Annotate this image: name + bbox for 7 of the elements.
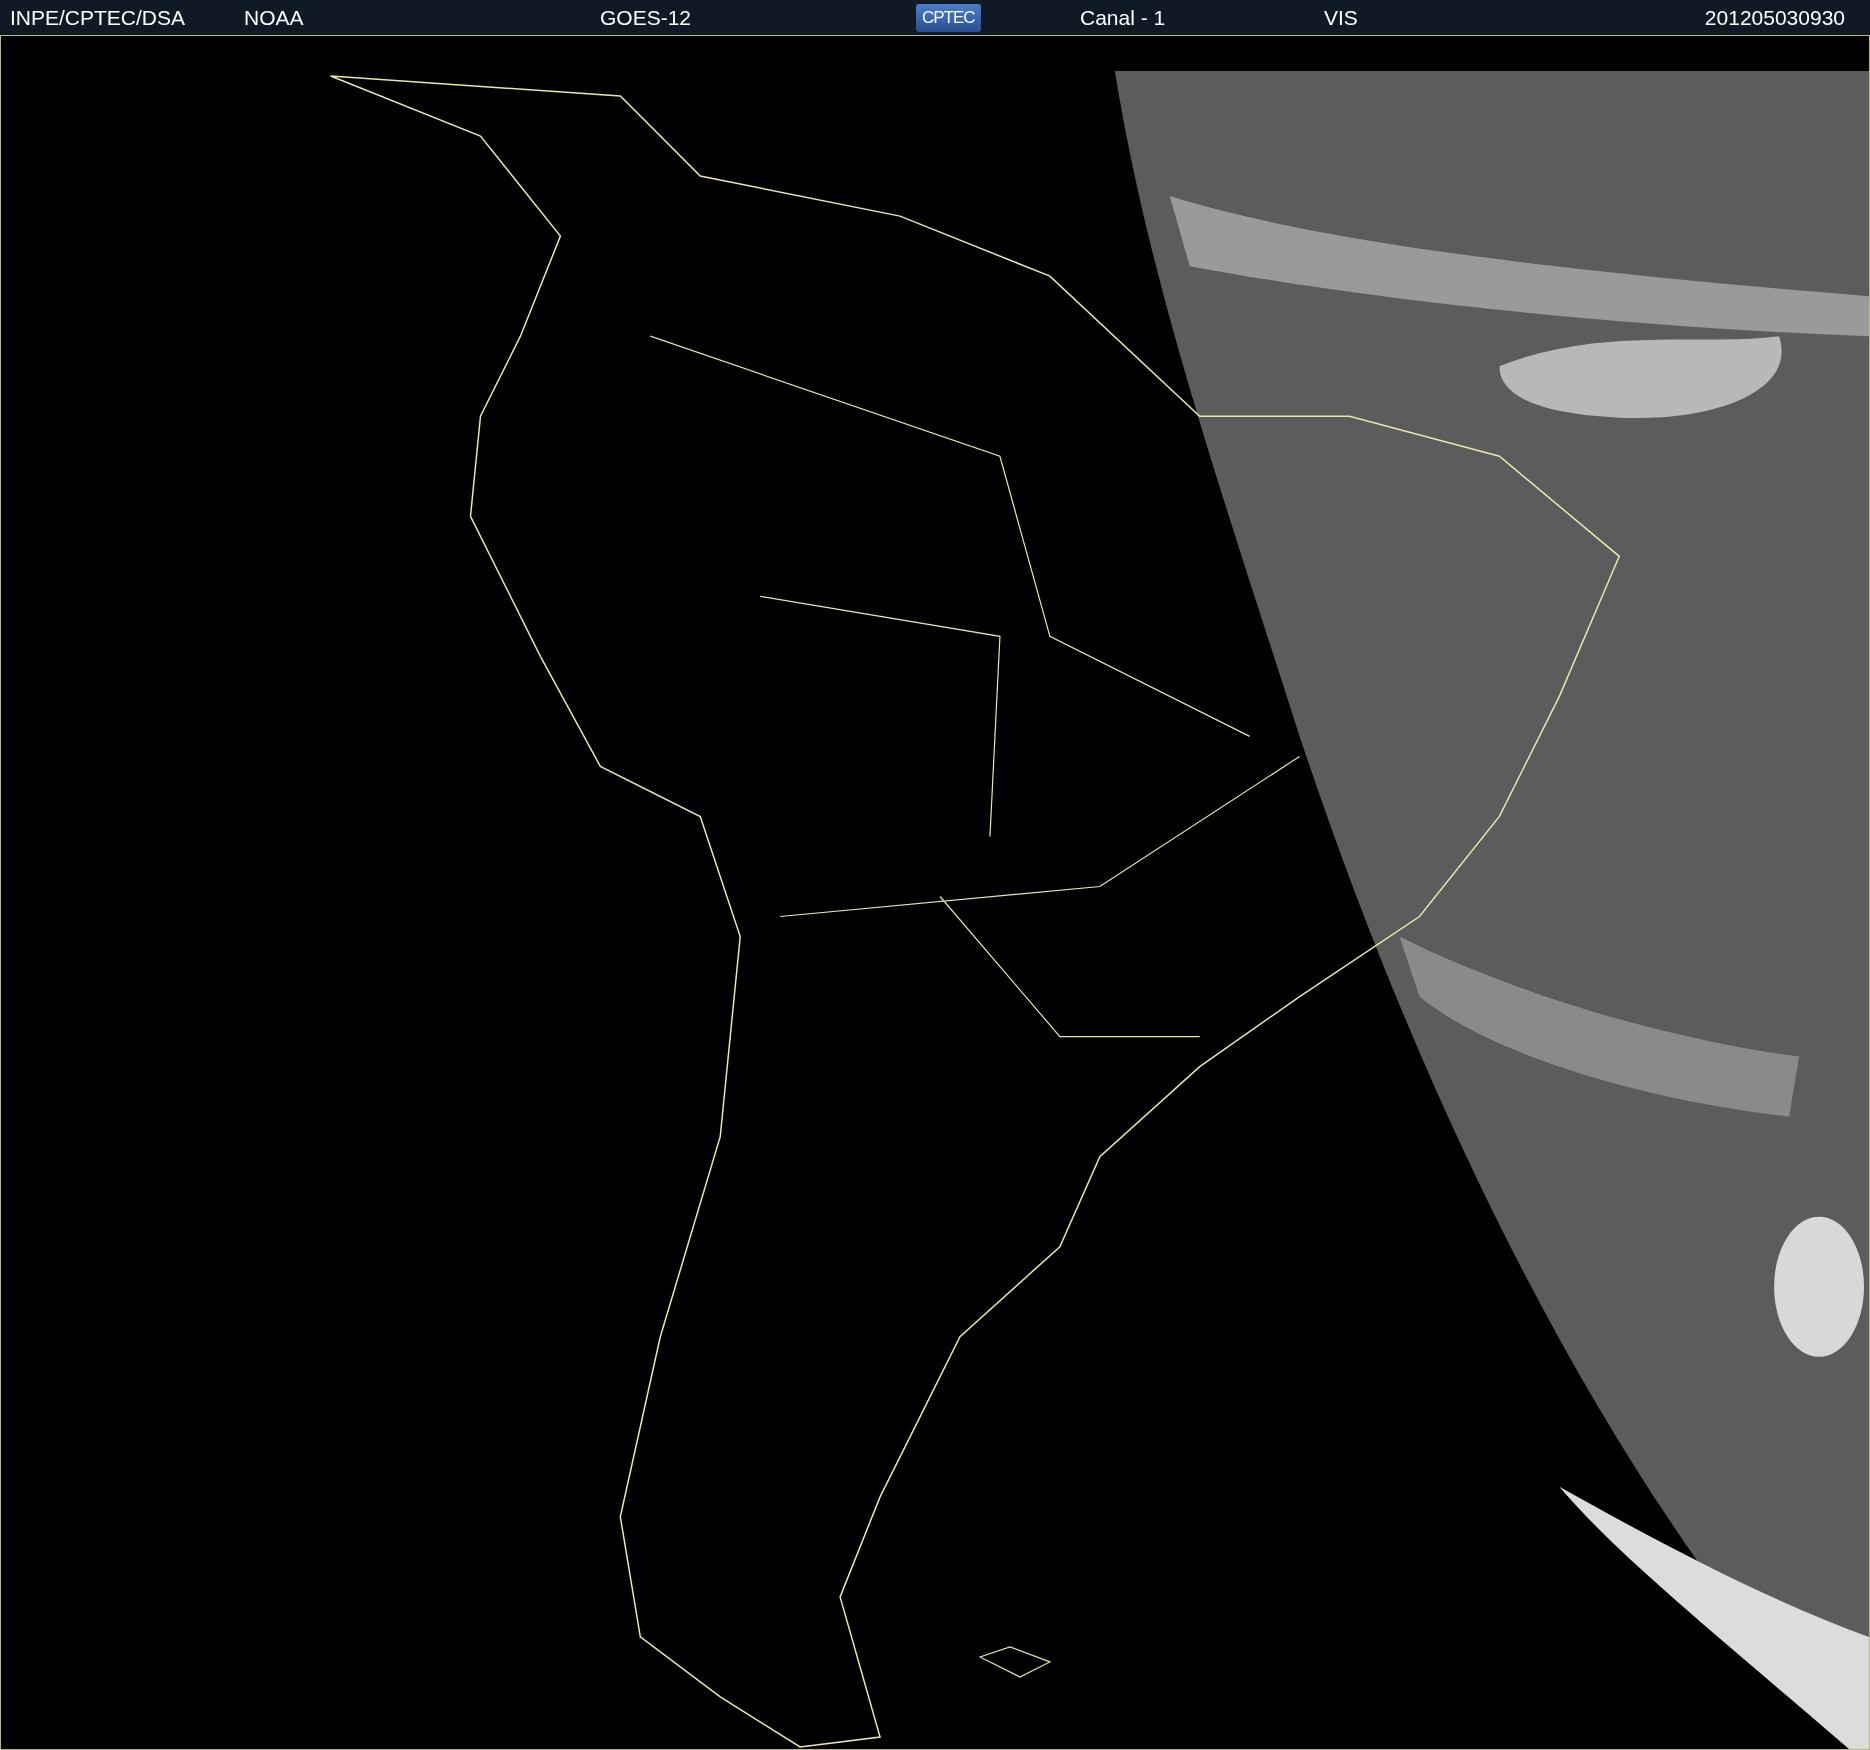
header-label: INPE/CPTEC/DSA (10, 5, 186, 30)
logo: CPTEC (916, 3, 981, 32)
header-label: 201205030930 (1704, 5, 1845, 30)
header-label: Canal - 1 (1080, 5, 1166, 30)
header-label: VIS (1324, 5, 1358, 30)
header-label: GOES-12 (600, 5, 692, 30)
header-label: NOAA (244, 5, 304, 30)
